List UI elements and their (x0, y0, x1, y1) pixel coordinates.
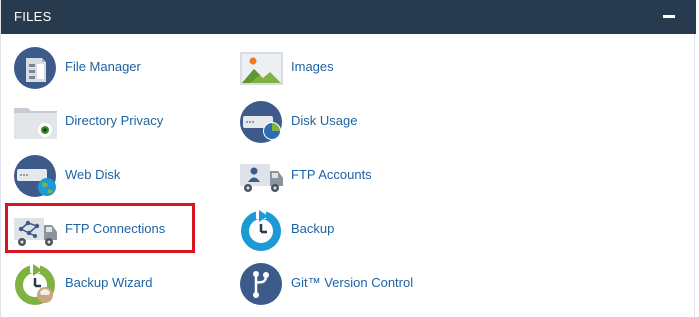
ftp-accounts-link[interactable]: FTP Accounts (239, 152, 449, 200)
directory-privacy-icon (14, 108, 57, 139)
backup-wizard-label: Backup Wizard (65, 275, 153, 290)
directory-privacy-label: Directory Privacy (65, 113, 164, 128)
git-version-control-link[interactable]: Git™ Version Control (239, 260, 449, 308)
git-version-control-label: Git™ Version Control (291, 275, 414, 290)
disk-usage-link[interactable]: Disk Usage (239, 98, 449, 146)
images-link[interactable]: Images (239, 44, 449, 92)
backup-wizard-icon (15, 263, 55, 305)
ftp-connections-highlight-box (5, 203, 195, 253)
images-label: Images (291, 59, 334, 74)
file-manager-link[interactable]: File Manager (13, 44, 223, 92)
images-icon (240, 52, 283, 85)
git-version-control-icon (240, 263, 282, 305)
web-disk-label: Web Disk (65, 167, 121, 182)
section-title: FILES (14, 9, 52, 24)
file-manager-icon (14, 47, 56, 89)
files-panel: FILES File Manager Images Directory Priv… (0, 0, 696, 317)
directory-privacy-link[interactable]: Directory Privacy (13, 98, 223, 146)
backup-link[interactable]: Backup (239, 206, 449, 254)
minus-icon (663, 15, 675, 18)
backup-label: Backup (291, 221, 335, 236)
collapse-button[interactable] (657, 7, 681, 27)
disk-usage-label: Disk Usage (291, 113, 358, 128)
file-manager-label: File Manager (65, 59, 141, 74)
ftp-accounts-icon (240, 164, 283, 192)
disk-usage-icon (240, 101, 282, 143)
panel-header: FILES (1, 0, 696, 34)
web-disk-link[interactable]: Web Disk (13, 152, 223, 200)
backup-wizard-link[interactable]: Backup Wizard (13, 260, 223, 308)
backup-icon (241, 209, 281, 251)
ftp-accounts-label: FTP Accounts (291, 167, 372, 182)
web-disk-icon (14, 155, 56, 197)
